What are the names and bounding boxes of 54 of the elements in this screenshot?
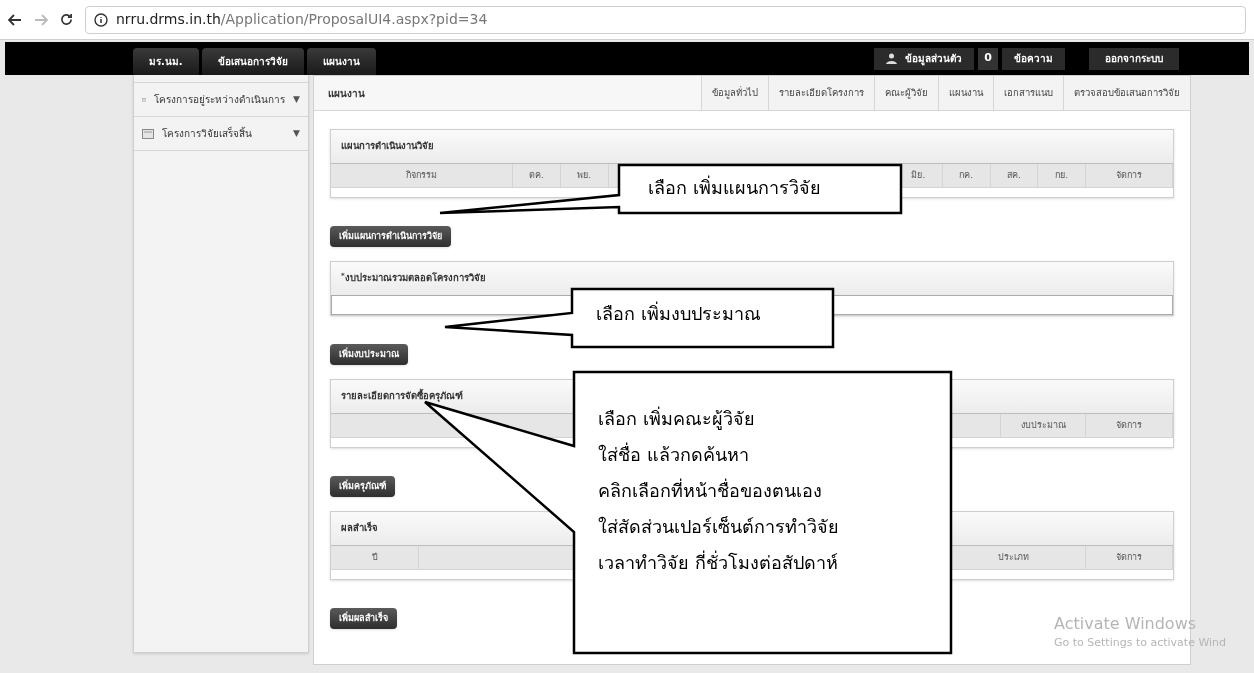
- column-header: จัดการ: [1086, 164, 1173, 187]
- column-header: ตค.: [513, 164, 561, 187]
- callout-text: เลือก เพิ่มงบประมาณ: [596, 300, 761, 326]
- activation-notice-title: Activate Windows: [1054, 614, 1198, 634]
- dropdown-caret[interactable]: ▼: [293, 92, 300, 107]
- address-bar[interactable]: nrru.drms.in.th/Application/ProposalUI4.aspx?pid=34: [85, 5, 1246, 34]
- reload-icon[interactable]: [60, 13, 73, 26]
- column-header: กิจกรรม: [331, 164, 513, 187]
- sidebar-item[interactable]: โครงการอยู่ระหว่างดำเนินการ ▼: [134, 83, 308, 117]
- add-button[interactable]: เพิ่มครุภัณฑ์: [330, 476, 395, 497]
- section-tab[interactable]: แผนงาน: [938, 76, 993, 110]
- column-header: ปี: [331, 546, 419, 569]
- column-header: จัดการ: [1086, 414, 1173, 437]
- section-title: $^{*}$งบประมาณรวมตลอดโครงการวิจัย: [341, 271, 486, 286]
- section-tab[interactable]: ข้อมูลทั่วไป: [701, 76, 768, 110]
- logout-button[interactable]: ออกจากระบบ: [1089, 47, 1179, 70]
- url-text: nrru.drms.in.th/Application/ProposalUI4.aspx?pid=34: [116, 10, 488, 29]
- section-tab[interactable]: คณะผู้วิจัย: [874, 76, 938, 110]
- sidebar-label: โครงการอยู่ระหว่างดำเนินการ: [154, 93, 286, 107]
- add-button[interactable]: เพิ่มผลสำเร็จ: [330, 608, 397, 629]
- section-tab[interactable]: ตรวจสอบข้อเสนอการวิจัย: [1063, 76, 1190, 110]
- section-title: รายละเอียดการจัดซื้อครุภัณฑ์: [341, 389, 463, 404]
- message-count-badge: 0: [978, 47, 998, 70]
- profile-button[interactable]: ข้อมูลส่วนตัว: [874, 47, 975, 70]
- breadcrumb-link[interactable]: แผนงาน: [306, 48, 376, 75]
- breadcrumb-link[interactable]: มร.นม.: [133, 48, 199, 75]
- callout-text: คลิกเลือกที่หน้าชื่อของตนเอง: [598, 477, 823, 503]
- column-header: พย.: [560, 164, 609, 187]
- messages-button[interactable]: ข้อความ: [1002, 47, 1065, 70]
- column-header: สค.: [990, 164, 1039, 187]
- column-header: จัดการ: [1086, 546, 1173, 569]
- column-header: กค.: [942, 164, 991, 187]
- section-tab[interactable]: รายละเอียดโครงการ: [768, 76, 874, 110]
- section-tab[interactable]: เอกสารแนบ: [993, 76, 1063, 110]
- section-title: ผลสำเร็จ: [341, 521, 378, 536]
- back-icon[interactable]: [8, 13, 22, 26]
- callout-text: ใส่ชื่อ แล้วกดค้นหา: [598, 441, 750, 467]
- page-title: แผนงาน: [327, 86, 366, 101]
- sidebar-label: โครงการวิจัยเสร็จสิ้น: [162, 126, 253, 141]
- add-button[interactable]: เพิ่มแผนการดำเนินการวิจัย: [330, 226, 451, 247]
- column-header: กย.: [1038, 164, 1086, 187]
- callout-text: ใส่สัดส่วนเปอร์เซ็นต์การทำวิจัย: [598, 515, 839, 539]
- breadcrumb-link[interactable]: ข้อเสนอการวิจัย: [201, 48, 304, 75]
- folder-icon: [142, 128, 154, 139]
- callout-text: เลือก เพิ่มแผนการวิจัย: [648, 174, 821, 200]
- dropdown-caret[interactable]: ▼: [293, 126, 300, 141]
- sidebar-item[interactable]: โครงการวิจัยเสร็จสิ้น ▼: [134, 117, 308, 151]
- column-header: งบประมาณ: [1001, 414, 1086, 437]
- info-icon[interactable]: [94, 12, 108, 27]
- callout-text: เลือก เพิ่มคณะผู้วิจัย: [598, 405, 756, 432]
- section-title: แผนการดำเนินงานวิจัย: [341, 139, 434, 154]
- add-button[interactable]: เพิ่มงบประมาณ: [330, 344, 408, 365]
- user-icon: [886, 53, 898, 64]
- callout-text: เวลาทำวิจัย กี่ชั่วโมงต่อสัปดาห์: [598, 549, 839, 575]
